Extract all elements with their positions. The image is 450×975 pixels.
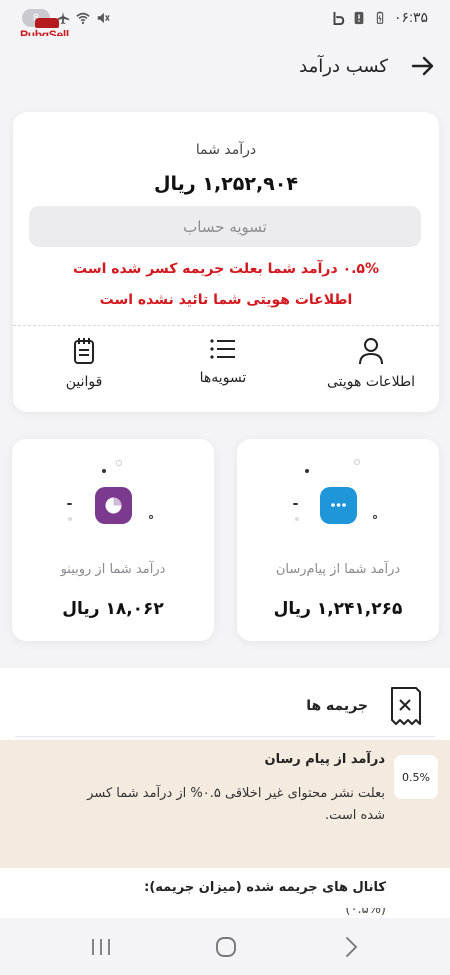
logo-mark [35, 18, 59, 28]
fine-percent-badge: 0.5% [394, 755, 438, 799]
decor-dot [305, 469, 309, 473]
decor-dash [67, 503, 72, 505]
dashed-divider [13, 325, 439, 326]
messenger-income-label: درآمد شما از پیام‌رسان [275, 562, 401, 577]
wifi-icon [76, 12, 90, 24]
app-b-icon [333, 11, 345, 25]
notepad-icon [74, 338, 94, 364]
system-nav-bar [0, 918, 450, 975]
recent-apps-icon[interactable] [88, 934, 114, 960]
rules-button[interactable]: قوانین [19, 337, 149, 397]
fines-section: جریمه ها 0.5% درآمد از پیام رسان بعلت نش… [0, 668, 450, 918]
battery-icon [376, 11, 384, 24]
rubino-icon [95, 487, 132, 524]
arrow-right-icon[interactable] [410, 53, 436, 79]
decor-dot [68, 517, 72, 521]
alert-icon [354, 11, 364, 24]
back-chevron-icon[interactable] [338, 934, 364, 960]
user-icon [359, 338, 383, 365]
fine-item: 0.5% درآمد از پیام رسان بعلت نشر محتوای … [0, 740, 450, 868]
messenger-income-amount: ۱,۲۴۱,۲۶۵ ریال [273, 599, 403, 619]
page-header: کسب درآمد [0, 36, 450, 98]
settlements-label: تسویه‌ها [199, 370, 247, 386]
divider [15, 736, 435, 737]
decor-dot [116, 460, 122, 466]
fine-item-description: بعلت نشر محتوای غیر اخلاقی ۰.۵% از درآمد… [87, 786, 385, 823]
rubino-income-label: درآمد شما از روبینو [60, 562, 166, 577]
list-icon [210, 339, 235, 359]
income-card: درآمد شما ۱,۲۵۲,۹۰۴ ریال تسویه حساب ۰.۵%… [13, 112, 439, 412]
settle-account-button[interactable]: تسویه حساب [29, 206, 421, 247]
fine-item-title: درآمد از پیام رسان [264, 752, 385, 767]
income-amount: ۱,۲۵۲,۹۰۴ ریال [154, 173, 298, 195]
settlements-button[interactable]: تسویه‌ها [158, 337, 288, 397]
decor-dot [149, 515, 153, 519]
identity-info-label: اطلاعات هویتی [326, 374, 416, 390]
home-icon[interactable] [213, 934, 239, 960]
status-right-icons: ۰۶:۳۵ [331, 9, 428, 26]
rubino-income-card[interactable]: درآمد شما از روبینو ۱۸,۰۶۲ ریال [12, 439, 214, 641]
decor-dot [354, 459, 360, 465]
fine-receipt-icon [391, 687, 421, 725]
fined-channels-label: کانال های جریمه شده (میزان جریمه): [144, 880, 386, 895]
fine-warning: ۰.۵% درآمد شما بعلت جریمه کسر شده است [73, 261, 379, 277]
income-label: درآمد شما [195, 142, 257, 158]
clock: ۰۶:۳۵ [394, 9, 428, 25]
decor-dot [373, 515, 377, 519]
decor-dot [102, 469, 106, 473]
rules-label: قوانین [65, 374, 103, 390]
identity-warning: اطلاعات هویتی شما تائید نشده است [99, 292, 353, 308]
decor-dash [293, 503, 298, 505]
mute-icon [97, 12, 110, 24]
messenger-income-card[interactable]: درآمد شما از پیام‌رسان ۱,۲۴۱,۲۶۵ ریال [237, 439, 439, 641]
messenger-icon [320, 487, 357, 524]
identity-info-button[interactable]: اطلاعات هویتی [306, 337, 436, 397]
status-bar: 8 ۰۶:۳۵ PubgSell [0, 0, 450, 42]
fined-channels-list: (۰.۵%) [86, 908, 386, 918]
rubino-income-amount: ۱۸,۰۶۲ ریال [62, 599, 164, 619]
page-title: کسب درآمد [299, 56, 388, 77]
fined-channel-row: (۰.۵%) [345, 908, 386, 917]
fines-title: جریمه ها [306, 698, 368, 714]
decor-dot [295, 517, 299, 521]
